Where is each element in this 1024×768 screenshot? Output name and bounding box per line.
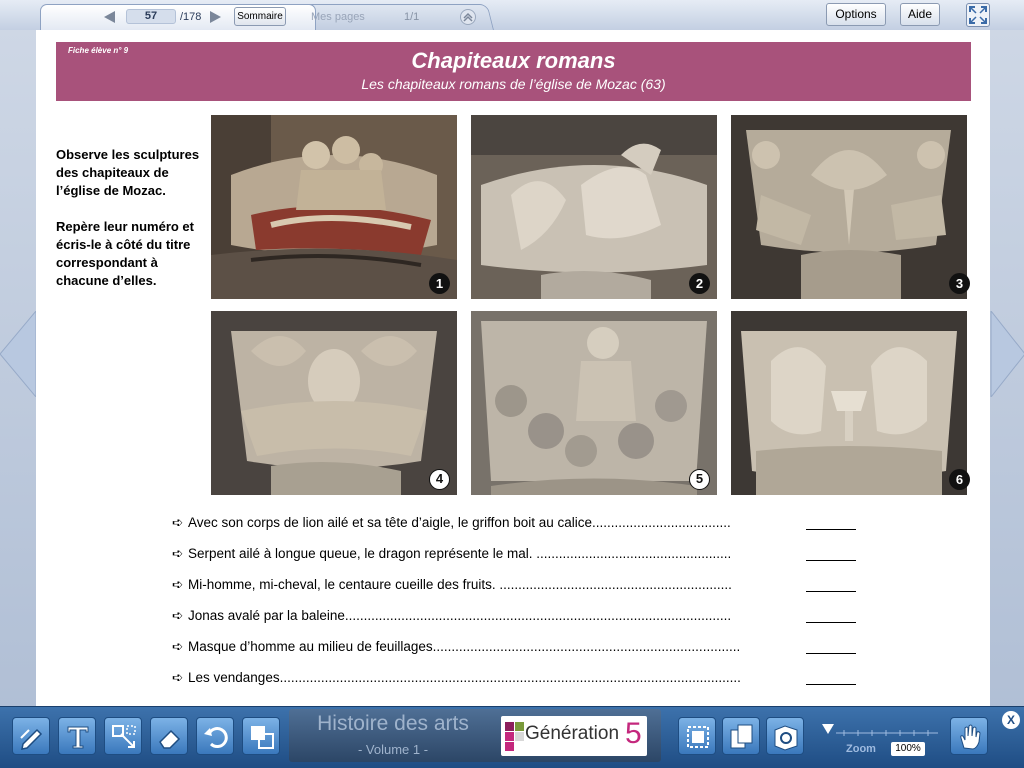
answer-line-masque: ➪ Masque d’homme au milieu de feuillages.… — [172, 639, 972, 670]
answer-line-centaure: ➪ Mi-homme, mi-cheval, le centaure cueill… — [172, 577, 972, 608]
arrow-icon: ➪ — [172, 639, 184, 654]
hand-icon — [960, 724, 981, 750]
answer-line-dragon: ➪ Serpent ailé à longue queue, le dragon … — [172, 546, 972, 577]
arrow-icon: ➪ — [172, 608, 184, 623]
photo-number-badge: 1 — [429, 273, 450, 294]
instruction-observe: Observe les sculptures des chapiteaux de… — [56, 147, 200, 198]
next-page-icon[interactable] — [210, 11, 221, 23]
publisher-logo-squares — [505, 722, 525, 751]
move-resize-icon — [112, 725, 136, 748]
arrow-icon: ➪ — [172, 670, 184, 685]
zoom-value: 100% — [891, 742, 925, 756]
page-total-label: /178 — [180, 11, 202, 23]
eraser-icon — [159, 729, 181, 749]
media-button[interactable] — [766, 717, 804, 755]
answer-text: Les vendanges...........................… — [188, 670, 741, 685]
answer-blank[interactable] — [806, 591, 856, 592]
instructions: Observe les sculptures des chapiteaux de… — [56, 146, 208, 290]
answer-list: ➪ Avec son corps de lion ailé et sa tête … — [172, 515, 972, 701]
copy-pages-button[interactable] — [722, 717, 760, 755]
select-frame-icon — [687, 726, 709, 748]
previous-page-arrow-icon[interactable] — [0, 311, 36, 397]
arrow-icon: ➪ — [172, 515, 184, 530]
photo-number-badge: 2 — [689, 273, 710, 294]
undo-icon — [204, 727, 228, 749]
mes-pages-label[interactable]: Mes pages — [311, 11, 365, 23]
book-title: Histoire des arts — [317, 712, 469, 735]
collapse-pages-icon[interactable] — [460, 9, 476, 25]
capital-photo-5[interactable]: 5 — [471, 311, 717, 495]
capital-photo-4[interactable]: 4 — [211, 311, 457, 495]
pencil-tool-button[interactable] — [12, 717, 50, 755]
layers-tool-button[interactable] — [242, 717, 280, 755]
layers-icon — [251, 726, 274, 749]
answer-line-griffon: ➪ Avec son corps de lion ailé et sa tête … — [172, 515, 972, 546]
answer-blank[interactable] — [806, 529, 856, 530]
answer-text: Mi-homme, mi-cheval, le centaure cueille… — [188, 577, 732, 592]
zoom-slider[interactable] — [822, 721, 940, 743]
undo-button[interactable] — [196, 717, 234, 755]
sommaire-button[interactable]: Sommaire — [234, 7, 286, 26]
answer-blank[interactable] — [806, 560, 856, 561]
publisher-number: 5 — [625, 717, 642, 750]
text-icon — [67, 726, 89, 749]
capital-photo-2[interactable]: 2 — [471, 115, 717, 299]
select-frame-tool-button[interactable] — [678, 717, 716, 755]
answer-text: Jonas avalé par la baleine..............… — [188, 608, 732, 623]
document-page: Fiche élève n° 9 Chapiteaux romans Les c… — [36, 30, 990, 706]
text-tool-button[interactable] — [58, 717, 96, 755]
answer-text: Masque d’homme au milieu de feuillages..… — [188, 639, 741, 654]
publisher-name: Génération — [525, 723, 620, 744]
fullscreen-icon[interactable] — [966, 3, 990, 27]
zoom-label: Zoom — [846, 743, 876, 755]
answer-line-vendanges: ➪ Les vendanges..........................… — [172, 670, 972, 701]
close-button[interactable]: X — [1002, 711, 1020, 729]
options-button[interactable]: Options — [826, 3, 886, 26]
page-number-input[interactable]: 57 — [126, 9, 176, 24]
capital-photo-3[interactable]: 3 — [731, 115, 977, 299]
title-band: Fiche élève n° 9 Chapiteaux romans Les c… — [56, 42, 971, 101]
photo-number-badge: 6 — [949, 469, 970, 490]
photo-number-badge: 5 — [689, 469, 710, 490]
capital-photo-6[interactable]: 6 — [731, 311, 977, 495]
previous-page-icon[interactable] — [104, 11, 115, 23]
mes-pages-count: 1/1 — [404, 11, 420, 23]
pencil-icon — [20, 728, 43, 750]
answer-text: Serpent ailé à longue queue, le dragon r… — [188, 546, 732, 561]
answer-blank[interactable] — [806, 622, 856, 623]
page-title: Chapiteaux romans — [411, 48, 616, 73]
answer-text: Avec son corps de lion ailé et sa tête d… — [188, 515, 731, 530]
aide-button[interactable]: Aide — [900, 3, 940, 26]
capital-photo-1[interactable]: 1 — [211, 115, 457, 299]
answer-line-jonas: ➪ Jonas avalé par la baleine.............… — [172, 608, 972, 639]
page-subtitle: Les chapiteaux romans de l’église de Moz… — [361, 76, 666, 92]
photo-number-badge: 3 — [949, 273, 970, 294]
arrow-icon: ➪ — [172, 577, 184, 592]
book-title-box: Histoire des arts - Volume 1 - Génératio… — [289, 709, 661, 762]
arrow-icon: ➪ — [172, 546, 184, 561]
eraser-tool-button[interactable] — [150, 717, 188, 755]
next-page-arrow-icon[interactable] — [990, 311, 1024, 397]
answer-blank[interactable] — [806, 653, 856, 654]
answer-blank[interactable] — [806, 684, 856, 685]
publisher-logo: Génération 5 — [501, 716, 647, 756]
photo-number-badge: 4 — [429, 469, 450, 490]
bottom-toolbar: Histoire des arts - Volume 1 - Génératio… — [0, 706, 1024, 768]
hand-tool-button[interactable] — [950, 717, 988, 755]
instruction-repere: Repère leur numéro et écris-le à côté du… — [56, 219, 194, 288]
media-icon — [774, 725, 798, 751]
copy-pages-icon — [730, 724, 753, 749]
top-toolbar: 57 /178 Sommaire Mes pages 1/1 Options A… — [0, 0, 1024, 30]
book-volume: - Volume 1 - — [357, 742, 429, 757]
move-resize-tool-button[interactable] — [104, 717, 142, 755]
